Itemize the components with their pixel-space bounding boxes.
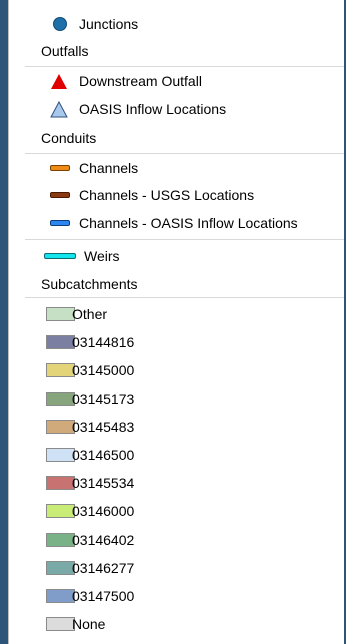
- red-triangle-icon: [51, 73, 67, 89]
- legend-label: 03146500: [72, 447, 135, 463]
- divider: [25, 66, 344, 67]
- blue-line-icon: [50, 220, 70, 226]
- color-swatch-icon: [46, 419, 75, 434]
- legend-label: 03145483: [72, 418, 135, 435]
- blue-triangle-icon: [50, 100, 68, 117]
- color-swatch-icon: [46, 476, 75, 491]
- legend-label: Junctions: [79, 16, 139, 32]
- legend-label: None: [72, 616, 106, 633]
- color-swatch-icon: [46, 560, 75, 575]
- color-swatch-icon: [46, 335, 75, 350]
- divider: [25, 153, 344, 154]
- legend-label: 03145173: [72, 390, 135, 407]
- orange-line-icon: [50, 165, 70, 171]
- legend-label: 03146402: [72, 531, 135, 548]
- legend-heading: Outfalls: [41, 43, 89, 59]
- legend-heading: Subcatchments: [41, 276, 138, 292]
- divider: [25, 239, 344, 240]
- color-swatch-icon: [46, 589, 75, 603]
- legend-label: Downstream Outfall: [79, 73, 202, 89]
- legend-label: 03147500: [72, 588, 135, 604]
- legend-label: 03144816: [72, 334, 135, 351]
- legend-label: 03146277: [72, 559, 135, 576]
- color-swatch-icon: [46, 448, 75, 462]
- map-edge-left: [0, 0, 8, 644]
- color-swatch-icon: [46, 532, 75, 547]
- legend-label: 03145000: [72, 362, 135, 379]
- legend-label: Channels - OASIS Inflow Locations: [79, 215, 298, 231]
- legend-label: Channels - USGS Locations: [79, 187, 255, 203]
- color-swatch-icon: [46, 363, 75, 378]
- legend-label: 03145534: [72, 475, 135, 492]
- divider: [25, 297, 344, 298]
- color-swatch-icon: [46, 307, 75, 321]
- brown-line-icon: [50, 192, 70, 198]
- legend-heading: Conduits: [41, 130, 97, 146]
- legend-label: OASIS Inflow Locations: [79, 101, 227, 117]
- legend-panel: Junctions Outfalls Downstream Outfall OA…: [8, 0, 344, 644]
- color-swatch-icon: [46, 391, 75, 406]
- color-swatch-icon: [46, 504, 75, 519]
- legend-label: Other: [72, 306, 108, 322]
- cyan-line-icon: [44, 253, 76, 259]
- legend-label: Channels: [79, 160, 139, 176]
- color-swatch-icon: [46, 617, 75, 632]
- legend-label: Weirs: [84, 248, 120, 264]
- legend-label: 03146000: [72, 503, 135, 520]
- junction-dot-icon: [53, 17, 67, 31]
